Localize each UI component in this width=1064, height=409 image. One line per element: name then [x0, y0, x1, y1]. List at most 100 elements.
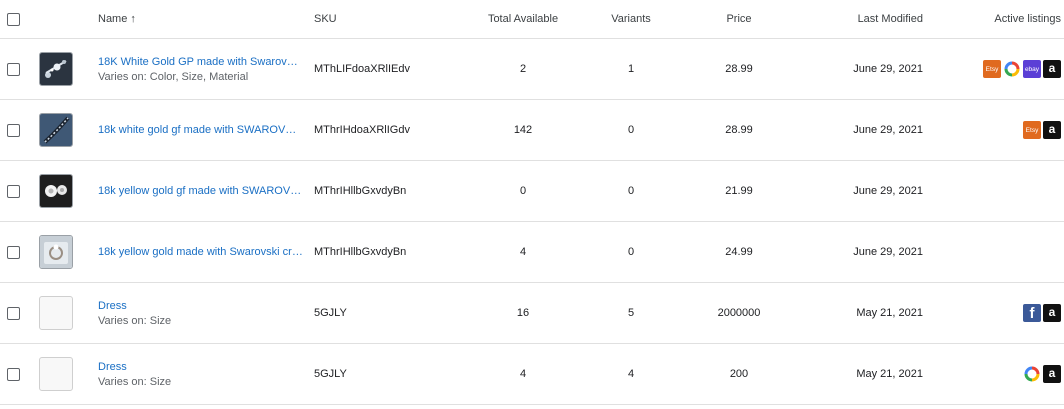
ebay-icon[interactable]: ebay: [1023, 60, 1041, 78]
google-shopping-icon[interactable]: [1023, 365, 1041, 383]
variants-cell: 0: [627, 185, 635, 197]
price-cell: 24.99: [725, 246, 753, 258]
varies-on-text: Varies on: Size: [98, 375, 172, 388]
google-shopping-icon[interactable]: [1003, 60, 1021, 78]
total-available-cell: 142: [513, 124, 533, 136]
active-listings-cell: [940, 161, 1061, 221]
price-cell: 200: [729, 368, 749, 380]
table-row[interactable]: 18k yellow gold gf made with SWAROVSKI c…: [0, 161, 1064, 222]
variants-cell: 4: [627, 368, 635, 380]
product-name-link[interactable]: 18k white gold gf made with SWAROVSKI cr…: [98, 124, 303, 136]
product-name-link[interactable]: 18k yellow gold gf made with SWAROVSKI c…: [98, 185, 303, 197]
last-modified-cell: June 29, 2021: [853, 63, 923, 75]
last-modified-cell: May 21, 2021: [856, 307, 923, 319]
name-cell: 18K White Gold GP made with Swarovski Cr…: [98, 39, 303, 99]
name-cell: 18k yellow gold made with Swarovski crys…: [98, 222, 303, 282]
total-available-cell: 4: [519, 368, 527, 380]
name-header-label: Name: [98, 13, 128, 25]
google-shopping-glyph: [1024, 366, 1040, 382]
table-row[interactable]: Dress Varies on: Size 5GJLY 4 4 200 May …: [0, 344, 1064, 405]
table-row[interactable]: 18k yellow gold made with Swarovski crys…: [0, 222, 1064, 283]
necklace-thumbnail[interactable]: [39, 52, 73, 86]
product-name-link[interactable]: Dress: [98, 361, 127, 373]
product-name-link[interactable]: 18K White Gold GP made with Swarovski Cr…: [98, 56, 303, 68]
last-modified-header[interactable]: Last Modified: [800, 0, 923, 38]
earrings-image: [40, 175, 72, 207]
row-checkbox[interactable]: [7, 306, 20, 320]
name-header[interactable]: Name ↑: [98, 0, 303, 38]
sort-ascending-icon: ↑: [130, 13, 136, 25]
thumbnail-cell: [39, 100, 75, 160]
sku-cell: 5GJLY: [314, 307, 347, 319]
variants-cell: 0: [627, 124, 635, 136]
empty-thumbnail[interactable]: [39, 357, 73, 391]
active-listings-cell: Etsy ebay a: [940, 39, 1061, 99]
empty-thumbnail[interactable]: [39, 296, 73, 330]
active-listings-header: Active listings: [994, 13, 1061, 25]
earrings-thumbnail[interactable]: [39, 174, 73, 208]
bracelet-thumbnail[interactable]: [39, 113, 73, 147]
last-modified-cell: May 21, 2021: [856, 368, 923, 380]
row-checkbox-cell: [7, 222, 23, 282]
row-checkbox[interactable]: [7, 123, 20, 137]
name-cell: Dress Varies on: Size: [98, 283, 303, 343]
thumbnail-cell: [39, 222, 75, 282]
select-all-checkbox[interactable]: [7, 12, 20, 26]
price-header[interactable]: Price: [679, 0, 799, 38]
row-checkbox-cell: [7, 283, 23, 343]
price-cell: 28.99: [725, 63, 753, 75]
thumbnail-cell: [39, 283, 75, 343]
thumbnail-cell: [39, 161, 75, 221]
sku-cell: MThrIHdoaXRlIGdv: [314, 124, 410, 136]
amazon-icon[interactable]: a: [1043, 60, 1061, 78]
product-name-link[interactable]: Dress: [98, 300, 127, 312]
active-listings-cell: Etsy a: [940, 100, 1061, 160]
total-available-header[interactable]: Total Available: [463, 0, 583, 38]
sku-cell: MThLIFdoaXRlIEdv: [314, 63, 410, 75]
amazon-icon[interactable]: a: [1043, 304, 1061, 322]
product-name-link[interactable]: 18k yellow gold made with Swarovski crys…: [98, 246, 303, 258]
variants-header[interactable]: Variants: [571, 0, 691, 38]
amazon-icon[interactable]: a: [1043, 121, 1061, 139]
thumbnail-cell: [39, 39, 75, 99]
name-cell: Dress Varies on: Size: [98, 344, 303, 404]
last-modified-cell: June 29, 2021: [853, 246, 923, 258]
amazon-icon[interactable]: a: [1043, 365, 1061, 383]
table-header: Name ↑ SKU Total Available Variants Pric…: [0, 0, 1064, 39]
name-cell: 18k white gold gf made with SWAROVSKI cr…: [98, 100, 303, 160]
table-row[interactable]: Dress Varies on: Size 5GJLY 16 5 2000000…: [0, 283, 1064, 344]
table-row[interactable]: 18K White Gold GP made with Swarovski Cr…: [0, 39, 1064, 100]
row-checkbox[interactable]: [7, 245, 20, 259]
products-table: Name ↑ SKU Total Available Variants Pric…: [0, 0, 1064, 405]
active-listings-cell: a: [940, 344, 1061, 404]
row-checkbox-cell: [7, 344, 23, 404]
etsy-icon[interactable]: Etsy: [1023, 121, 1041, 139]
sku-header[interactable]: SKU: [314, 0, 464, 38]
bracelet-image: [40, 114, 72, 146]
price-cell: 2000000: [717, 307, 761, 319]
row-checkbox[interactable]: [7, 367, 20, 381]
total-available-cell: 0: [519, 185, 527, 197]
row-checkbox[interactable]: [7, 184, 20, 198]
last-modified-cell: June 29, 2021: [853, 185, 923, 197]
sku-cell: MThrIHllbGxvdyBn: [314, 185, 407, 197]
header-checkbox-cell: [7, 0, 23, 38]
sku-cell: MThrIHllbGxvdyBn: [314, 246, 407, 258]
variants-cell: 0: [627, 246, 635, 258]
sku-cell: 5GJLY: [314, 368, 347, 380]
google-shopping-glyph: [1004, 61, 1020, 77]
name-cell: 18k yellow gold gf made with SWAROVSKI c…: [98, 161, 303, 221]
total-available-cell: 2: [519, 63, 527, 75]
facebook-icon[interactable]: f: [1023, 304, 1041, 322]
ring-thumbnail[interactable]: [39, 235, 73, 269]
ring-image: [40, 236, 72, 268]
active-listings-cell: [940, 222, 1061, 282]
price-cell: 28.99: [725, 124, 753, 136]
varies-on-text: Varies on: Color, Size, Material: [98, 70, 249, 83]
thumbnail-cell: [39, 344, 75, 404]
variants-cell: 1: [627, 63, 635, 75]
total-available-cell: 4: [519, 246, 527, 258]
table-row[interactable]: 18k white gold gf made with SWAROVSKI cr…: [0, 100, 1064, 161]
row-checkbox[interactable]: [7, 62, 20, 76]
etsy-icon[interactable]: Etsy: [983, 60, 1001, 78]
